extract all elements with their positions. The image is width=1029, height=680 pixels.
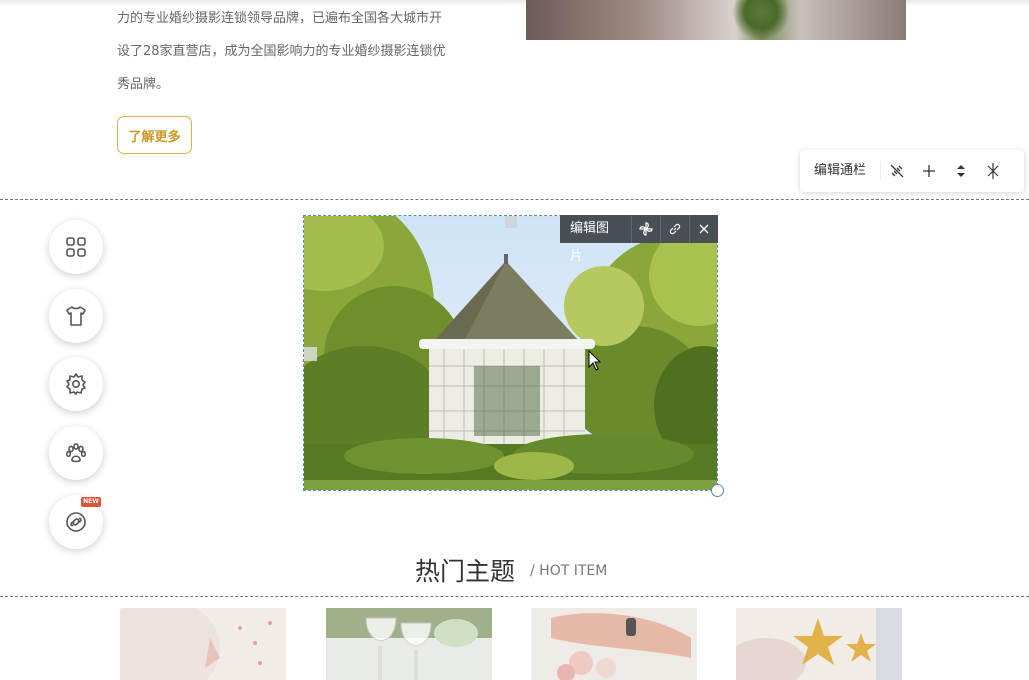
edit-image-button[interactable]: 编辑图片 [560,215,632,264]
intro-text: 力的专业婚纱摄影连锁领导品牌，已遍布全国各大城市开 设了28家直营店，成为全国影… [117,2,477,101]
link-icon[interactable] [661,215,690,243]
move-updown-icon[interactable] [945,150,977,192]
section-title: 热门主题 [415,557,516,586]
image-marker-left [304,347,317,361]
resize-handle[interactable] [711,484,724,497]
pinwheel-icon[interactable] [632,215,661,243]
image-marker-top [505,216,517,228]
edit-banner-button[interactable]: 编辑通栏 [800,161,882,181]
image-toolbar: 编辑图片 [560,215,718,264]
theme-thumbnail[interactable] [326,608,492,680]
unlink-icon[interactable] [881,150,913,192]
section-divider-bottom [0,596,1029,597]
theme-thumbnail[interactable] [736,608,902,680]
banner-toolbar: 编辑通栏 [800,150,1024,192]
gazebo-illustration [304,216,717,490]
paw-icon[interactable] [49,426,103,480]
tshirt-icon[interactable] [49,289,103,343]
intro-line-3: 秀品牌。 [117,77,170,92]
gear-icon[interactable] [49,357,103,411]
new-badge: NEW [81,497,101,507]
learn-more-button[interactable]: 了解更多 [117,116,192,154]
split-icon[interactable] [977,150,1009,192]
thumbnail-image [736,608,902,680]
thumbnail-image [531,608,697,680]
apps-grid-icon[interactable] [49,220,103,274]
wedding-photo-top [526,0,906,40]
theme-thumbnail[interactable] [531,608,697,680]
plus-icon[interactable] [913,150,945,192]
gazebo-image[interactable] [303,215,718,491]
intro-line-1: 力的专业婚纱摄影连锁领导品牌，已遍布全国各大城市开 [117,11,443,26]
thumbnail-image [326,608,492,680]
thumbnail-image [120,608,286,680]
cursor-icon [588,350,602,371]
section-divider-top [0,199,1029,200]
section-subtitle: / HOT ITEM [530,563,608,579]
bouquet-shape [731,0,791,40]
intro-line-2: 设了28家直营店，成为全国影响力的专业婚纱摄影连锁优 [117,44,446,59]
close-icon[interactable] [690,215,718,243]
theme-thumbnail[interactable] [120,608,286,680]
